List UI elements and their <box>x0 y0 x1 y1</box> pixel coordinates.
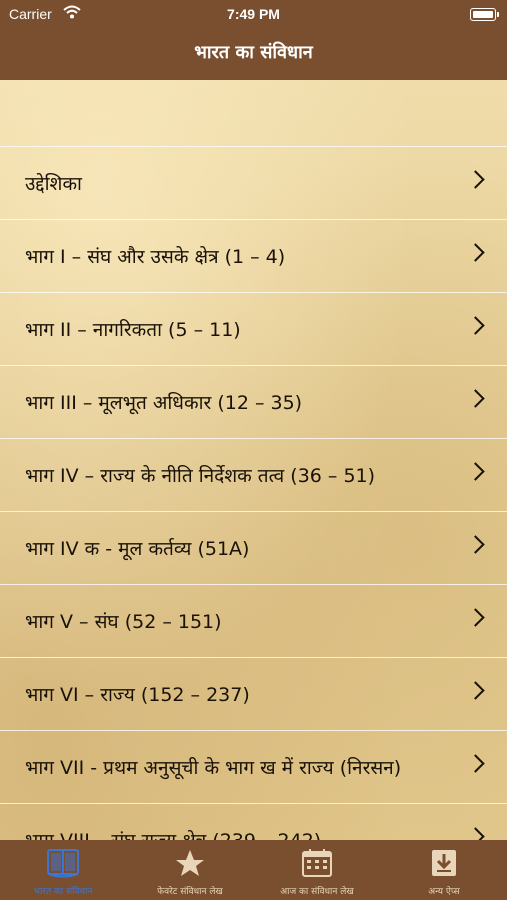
list-item[interactable]: उद्देशिका <box>0 146 507 219</box>
chevron-right-icon <box>466 389 485 408</box>
page-title: भारत का संविधान <box>194 42 313 63</box>
list-item-label: भाग VII - प्रथम अनुसूची के भाग ख में राज… <box>25 757 402 779</box>
tab-bar: भारत का संविधान फेवरेट संविधान लेख आज का… <box>0 840 507 900</box>
status-time: 7:49 PM <box>227 6 280 22</box>
tab-other-apps[interactable]: अन्य ऐप्स <box>381 840 507 900</box>
list-item[interactable]: भाग VIII – संघ राज्य क्षेत्र (239 – 242) <box>0 803 507 840</box>
list-item-label: उद्देशिका <box>25 173 82 195</box>
tab-label: अन्य ऐप्स <box>428 887 460 897</box>
list-item-label: भाग IV क - मूल कर्तव्य (51A) <box>25 538 250 560</box>
navigation-bar: भारत का संविधान <box>0 28 507 80</box>
list-item[interactable]: भाग IV क - मूल कर्तव्य (51A) <box>0 511 507 584</box>
battery-icon <box>470 8 499 21</box>
chevron-right-icon <box>466 608 485 627</box>
parts-list-container[interactable]: उद्देशिका भाग I – संघ और उसके क्षेत्र (1… <box>0 80 507 840</box>
list-item-label: भाग IV – राज्य के नीति निर्देशक तत्व (36… <box>25 465 376 487</box>
parts-list: उद्देशिका भाग I – संघ और उसके क्षेत्र (1… <box>0 146 507 840</box>
list-item-label: भाग III – मूलभूत अधिकार (12 – 35) <box>25 392 303 414</box>
list-item[interactable]: भाग VI – राज्य (152 – 237) <box>0 657 507 730</box>
list-item[interactable]: भाग III – मूलभूत अधिकार (12 – 35) <box>0 365 507 438</box>
list-item[interactable]: भाग II – नागरिकता (5 – 11) <box>0 292 507 365</box>
tab-constitution[interactable]: भारत का संविधान <box>0 840 126 900</box>
list-item[interactable]: भाग V – संघ (52 – 151) <box>0 584 507 657</box>
status-bar: Carrier 7:49 PM <box>0 0 507 28</box>
list-item-label: भाग VI – राज्य (152 – 237) <box>25 684 250 706</box>
tab-label: भारत का संविधान <box>33 887 93 897</box>
chevron-right-icon <box>466 316 485 335</box>
list-item-label: भाग II – नागरिकता (5 – 11) <box>25 319 241 341</box>
list-item-label: भाग V – संघ (52 – 151) <box>25 611 222 633</box>
chevron-right-icon <box>466 243 485 262</box>
tab-favorites[interactable]: फेवरेट संविधान लेख <box>127 840 253 900</box>
tab-label: आज का संविधान लेख <box>280 887 354 897</box>
list-item-label: भाग VIII – संघ राज्य क्षेत्र (239 – 242) <box>25 827 321 840</box>
chevron-right-icon <box>466 827 485 840</box>
chevron-right-icon <box>466 170 485 189</box>
chevron-right-icon <box>466 462 485 481</box>
list-item[interactable]: भाग I – संघ और उसके क्षेत्र (1 – 4) <box>0 219 507 292</box>
chevron-right-icon <box>466 535 485 554</box>
list-item[interactable]: भाग IV – राज्य के नीति निर्देशक तत्व (36… <box>0 438 507 511</box>
chevron-right-icon <box>466 754 485 773</box>
tab-todays-article[interactable]: आज का संविधान लेख <box>254 840 380 900</box>
chevron-right-icon <box>466 681 485 700</box>
list-item-label: भाग I – संघ और उसके क्षेत्र (1 – 4) <box>25 246 286 268</box>
tab-label: फेवरेट संविधान लेख <box>157 887 223 897</box>
list-item[interactable]: भाग VII - प्रथम अनुसूची के भाग ख में राज… <box>0 730 507 803</box>
